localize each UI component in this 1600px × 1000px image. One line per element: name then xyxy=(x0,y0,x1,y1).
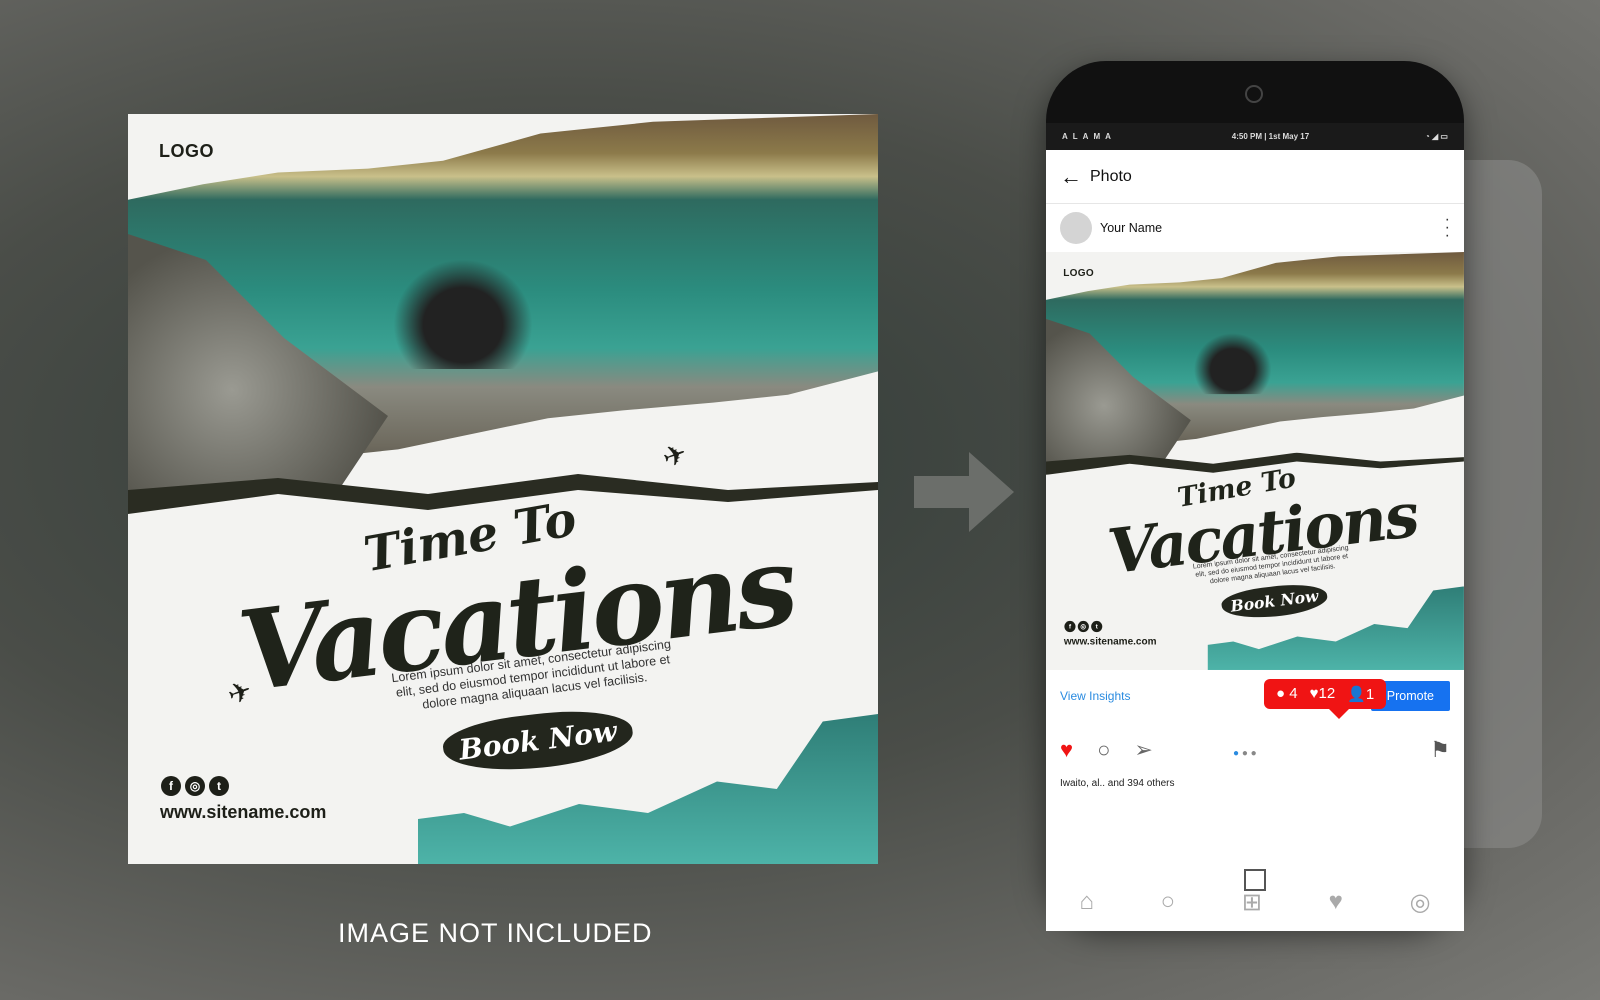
camera xyxy=(1245,85,1263,103)
social-icons: f ◎ t xyxy=(161,776,229,796)
comment-count: ● 4 xyxy=(1276,685,1298,702)
likes-text: Iwaito, al.. and 394 others xyxy=(1060,778,1175,789)
facebook-icon: f xyxy=(1064,620,1076,633)
view-insights-link[interactable]: View Insights xyxy=(1060,689,1130,703)
status-bar: ALAMA 4:50 PM | 1st May 17 ◔ ◢ ▭ xyxy=(1046,123,1464,150)
instagram-icon: ◎ xyxy=(185,776,205,796)
home-button[interactable] xyxy=(1244,869,1266,891)
social-icons: f ◎ t xyxy=(1064,620,1103,633)
arrow-right-icon xyxy=(914,452,1014,532)
battery-icon: ◔ ◢ ▭ xyxy=(1425,132,1448,141)
carrier: ALAMA xyxy=(1062,132,1116,141)
post-preview-large: LOGO ✈ ✈ Time To Vacations Lorem ipsum d… xyxy=(128,114,878,864)
caption: IMAGE NOT INCLUDED xyxy=(338,918,653,948)
post-header: Your Name · · · xyxy=(1046,204,1464,252)
post-image: LOGO Time To Vacations Lorem ipsum dolor… xyxy=(1046,252,1464,670)
book-now-badge: Book Now xyxy=(440,702,636,780)
site-url: www.sitename.com xyxy=(1063,635,1157,647)
home-icon[interactable]: ⌂ xyxy=(1079,888,1094,917)
status-time: 4:50 PM | 1st May 17 xyxy=(1231,132,1310,141)
airplane-icon: ✈ xyxy=(658,436,692,475)
share-icon[interactable]: ➢ xyxy=(1134,737,1152,763)
post-preview-small: LOGO Time To Vacations Lorem ipsum dolor… xyxy=(1046,252,1464,670)
back-arrow-icon[interactable]: ← xyxy=(1060,164,1082,190)
action-bar: ♥ ○ ➢ ● ● ● ⚑ xyxy=(1046,722,1464,778)
facebook-icon: f xyxy=(161,776,181,796)
app-bar: ← Photo xyxy=(1046,150,1464,204)
like-count-value: 12 xyxy=(1318,685,1336,702)
bottom-nav: ⌂ ○ ⊞ ♥ ◎ xyxy=(1046,888,1464,917)
instagram-icon: ◎ xyxy=(1077,620,1089,633)
comment-count-value: 4 xyxy=(1289,685,1298,702)
avatar[interactable] xyxy=(1060,212,1092,244)
phone-mockup: ALAMA 4:50 PM | 1st May 17 ◔ ◢ ▭ ← Photo… xyxy=(1046,61,1464,931)
follower-count: 👤1 xyxy=(1347,686,1375,703)
logo: LOGO xyxy=(159,141,214,161)
bookmark-icon[interactable]: ⚑ xyxy=(1430,737,1450,763)
carousel-dots: ● ● ● xyxy=(1233,748,1257,759)
hikers xyxy=(1193,332,1272,395)
user-name[interactable]: Your Name xyxy=(1100,221,1162,235)
phone-screen: ALAMA 4:50 PM | 1st May 17 ◔ ◢ ▭ ← Photo… xyxy=(1046,123,1464,931)
activity-heart-icon[interactable]: ♥ xyxy=(1329,888,1343,917)
follower-count-value: 1 xyxy=(1365,686,1375,703)
more-options-icon[interactable]: · · · xyxy=(1445,212,1450,244)
book-now-badge: Book Now xyxy=(1220,580,1329,623)
twitter-icon: t xyxy=(209,776,229,796)
logo: LOGO xyxy=(1063,267,1094,279)
page-title: Photo xyxy=(1090,167,1132,185)
search-icon[interactable]: ○ xyxy=(1161,888,1176,917)
site-url: www.sitename.com xyxy=(160,802,327,822)
heart-icon[interactable]: ♥ xyxy=(1060,737,1073,763)
like-count: ♥12 xyxy=(1309,685,1336,702)
twitter-icon: t xyxy=(1091,620,1103,633)
profile-icon[interactable]: ◎ xyxy=(1410,888,1431,917)
insights-row: View Insights Promote xyxy=(1046,670,1464,722)
notification-bubble: ● 4 ♥12 👤1 xyxy=(1264,679,1387,719)
add-post-icon[interactable]: ⊞ xyxy=(1242,888,1262,917)
hikers xyxy=(393,259,533,369)
comment-icon[interactable]: ○ xyxy=(1097,737,1110,763)
